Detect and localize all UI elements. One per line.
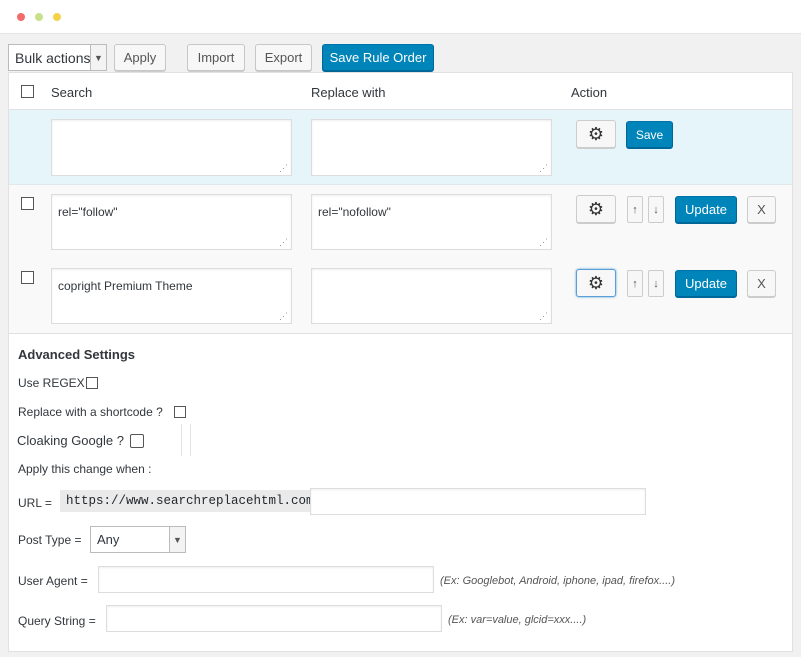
apply-button[interactable]: Apply (114, 44, 166, 71)
bulk-actions-value: Bulk actions (15, 49, 91, 66)
rule-search-value: copright Premium Theme (58, 279, 193, 293)
resize-grip-icon[interactable]: ⋰ (539, 312, 548, 321)
post-type-label: Post Type = (18, 533, 82, 547)
rules-table: Search Replace with Action ⋰ ⋰ ⚙ Save re… (8, 72, 793, 334)
move-up-button[interactable]: ↑ (627, 270, 643, 297)
user-agent-input[interactable] (98, 566, 434, 593)
chevron-down-icon: ▼ (169, 527, 185, 552)
delete-rule-button[interactable]: X (747, 270, 776, 297)
apply-when-label: Apply this change when : (18, 462, 152, 476)
new-replace-textarea[interactable]: ⋰ (311, 119, 552, 176)
maximize-window-button[interactable] (53, 13, 61, 21)
shortcode-label: Replace with a shortcode ? (18, 405, 163, 419)
use-regex-label: Use REGEX (18, 376, 85, 390)
table-header: Search Replace with Action (9, 73, 792, 110)
select-all-checkbox[interactable] (21, 85, 34, 98)
query-string-input[interactable] (106, 605, 442, 632)
close-window-button[interactable] (17, 13, 25, 21)
export-button[interactable]: Export (255, 44, 312, 71)
rule-row: rel="follow" ⋰ rel="nofollow" ⋰ ⚙ ↑ ↓ Up… (9, 185, 792, 259)
resize-grip-icon[interactable]: ⋰ (539, 238, 548, 247)
resize-grip-icon[interactable]: ⋰ (279, 164, 288, 173)
import-button[interactable]: Import (187, 44, 245, 71)
use-regex-checkbox[interactable] (86, 377, 98, 389)
move-up-button[interactable]: ↑ (627, 196, 643, 223)
update-rule-button[interactable]: Update (675, 270, 737, 297)
resize-grip-icon[interactable]: ⋰ (279, 312, 288, 321)
rule-search-textarea[interactable]: copright Premium Theme ⋰ (51, 268, 292, 324)
gear-icon: ⚙ (587, 198, 605, 219)
resize-grip-icon[interactable]: ⋰ (279, 238, 288, 247)
save-rule-button[interactable]: Save (626, 121, 673, 148)
new-search-textarea[interactable]: ⋰ (51, 119, 292, 176)
new-rule-row: ⋰ ⋰ ⚙ Save (9, 110, 792, 185)
url-input[interactable] (310, 488, 646, 515)
rule-replace-textarea[interactable]: ⋰ (311, 268, 552, 324)
replace-column-header: Replace with (311, 85, 386, 100)
rule-checkbox[interactable] (21, 271, 34, 284)
resize-grip-icon[interactable]: ⋰ (539, 164, 548, 173)
post-type-select[interactable]: Any ▼ (90, 526, 186, 553)
gear-icon: ⚙ (587, 272, 605, 293)
query-string-label: Query String = (18, 614, 96, 628)
cloaking-checkbox[interactable] (130, 434, 144, 448)
delete-rule-button[interactable]: X (747, 196, 776, 223)
advanced-settings-title: Advanced Settings (18, 347, 136, 362)
user-agent-label: User Agent = (18, 574, 88, 588)
rule-row: copright Premium Theme ⋰ ⋰ ⚙ ↑ ↓ Update … (9, 259, 792, 333)
move-down-button[interactable]: ↓ (648, 196, 664, 223)
user-agent-hint: (Ex: Googlebot, Android, iphone, ipad, f… (440, 575, 676, 587)
settings-gear-button[interactable]: ⚙ (576, 195, 616, 223)
settings-gear-button[interactable]: ⚙ (576, 120, 616, 148)
rule-search-textarea[interactable]: rel="follow" ⋰ (51, 194, 292, 250)
chevron-down-icon: ▼ (90, 45, 106, 70)
window-titlebar (0, 0, 801, 34)
search-column-header: Search (51, 85, 93, 100)
rule-search-value: rel="follow" (58, 205, 118, 219)
action-column-header: Action (571, 85, 608, 100)
divider (181, 424, 182, 456)
gear-icon: ⚙ (587, 123, 605, 144)
cloaking-label: Cloaking Google ? (17, 433, 124, 448)
minimize-window-button[interactable] (35, 13, 43, 21)
save-rule-order-button[interactable]: Save Rule Order (322, 44, 434, 71)
rule-checkbox[interactable] (21, 197, 34, 210)
divider (190, 424, 191, 456)
settings-gear-button[interactable]: ⚙ (576, 269, 616, 297)
post-type-value: Any (97, 532, 120, 547)
query-string-hint: (Ex: var=value, glcid=xxx....) (448, 614, 587, 626)
url-label: URL = (18, 496, 52, 510)
update-rule-button[interactable]: Update (675, 196, 737, 223)
url-prefix: https://www.searchreplacehtml.com (60, 490, 320, 512)
rule-replace-textarea[interactable]: rel="nofollow" ⋰ (311, 194, 552, 250)
advanced-settings-panel: Advanced Settings Use REGEX Replace with… (8, 334, 793, 652)
move-down-button[interactable]: ↓ (648, 270, 664, 297)
shortcode-checkbox[interactable] (174, 406, 186, 418)
bulk-actions-select[interactable]: Bulk actions ▼ (8, 44, 107, 71)
rule-replace-value: rel="nofollow" (318, 205, 391, 219)
